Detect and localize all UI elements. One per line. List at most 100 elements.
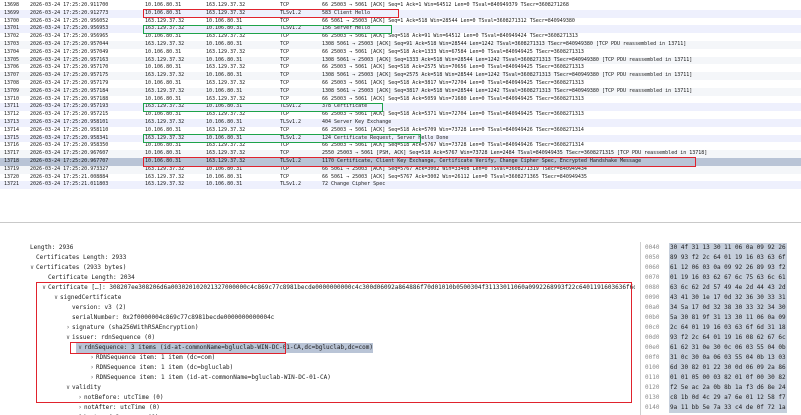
detail-row[interactable]: serialNumber: 0x2f0000004c869c77c8981bec… [64, 313, 274, 323]
packet-row[interactable]: 13704 2026-03-24 17:25:20.957049 10.106.80… [0, 49, 801, 57]
packet-row[interactable]: 13717 2026-03-24 17:25:20.967607 10.106.80… [0, 150, 801, 158]
detail-row[interactable]: ∨ Certificate […]: 308207ee308206d6a00302… [40, 283, 635, 293]
detail-row[interactable]: ∨ Certificates (2933 bytes) [28, 263, 126, 273]
hex-row[interactable]: 00e0 61 62 31 0e 30 0c 06 03 55 04 0b [641, 343, 801, 353]
detail-text: RDNSequence item: 1 item (id-at-commonNa… [96, 374, 331, 381]
packet-info-cell: 1308 5061 → 25003 [ACK] Seq=1333 Ack=518… [322, 56, 693, 63]
packet-proto-cell: TCP [280, 150, 290, 157]
packet-proto-cell: TLSv1.2 [280, 119, 302, 125]
hex-row[interactable]: 0120 f2 5e ac 2a 0b 8b 1a f3 d6 8e 24 [641, 383, 801, 393]
packet-time-cell: 2026-03-24 17:25:20.956052 [30, 17, 109, 24]
detail-row[interactable]: › RDNSequence item: 1 item (dc=bgluclab) [88, 363, 233, 373]
hex-row[interactable]: 0140 9a 11 bb 5e 7a 33 c4 de 0f 72 1a [641, 403, 801, 413]
packet-row[interactable]: 13715 2026-03-24 17:25:20.958341 163.129.3… [0, 134, 801, 143]
expand-arrow-icon[interactable]: ∨ [40, 283, 48, 293]
packet-time-cell: 2026-03-24 17:25:20.957175 [30, 72, 109, 79]
detail-row[interactable]: Certificate Length: 2034 [40, 273, 135, 283]
detail-row[interactable]: › signature (sha256WithRSAEncryption) [64, 323, 198, 333]
expand-arrow-icon[interactable]: ∨ [28, 263, 36, 273]
hex-row[interactable]: 00c0 2c 64 01 19 16 03 63 6f 6d 31 18 [641, 323, 801, 333]
packet-row[interactable]: 13706 2026-03-24 17:25:20.957170 10.106.80… [0, 64, 801, 72]
detail-row[interactable]: version: v3 (2) [64, 303, 126, 313]
detail-row[interactable]: ∨ issuer: rdnSequence (0) [64, 333, 155, 343]
hex-row[interactable]: 00d0 93 f2 2c 64 01 19 16 08 62 67 6c [641, 333, 801, 343]
packet-time-cell: 2026-03-24 17:25:20.957184 [30, 87, 109, 94]
packet-info-cell: 2550 25003 → 5061 [PSH, ACK] Seq=518 Ack… [322, 150, 708, 157]
packet-details-tree[interactable]: Length: 2936 Certificates Length: 2933 ∨ Ce… [0, 242, 635, 415]
expand-arrow-icon[interactable]: ∨ [64, 333, 72, 343]
pane-divider[interactable] [0, 222, 801, 243]
hex-row[interactable]: 00b0 5a 30 81 9f 31 13 30 11 06 0a 09 [641, 313, 801, 323]
hex-row[interactable]: 0110 01 01 05 00 03 82 01 0f 00 30 82 [641, 373, 801, 383]
expand-arrow-icon[interactable]: ∨ [64, 383, 72, 393]
packet-row[interactable]: 13716 2026-03-24 17:25:20.958350 10.106.80… [0, 142, 801, 150]
hex-row[interactable]: 0130 c8 1b 0d 4c 29 a7 6e 01 12 58 f7 [641, 393, 801, 403]
packet-row[interactable]: 13713 2026-03-24 17:25:20.958101 163.129.3… [0, 119, 801, 127]
hex-row[interactable]: 0090 43 41 30 1e 17 0d 32 36 30 33 31 [641, 293, 801, 303]
packet-proto-cell: TCP [280, 80, 290, 86]
packet-row[interactable]: 13709 2026-03-24 17:25:20.957184 163.129.3… [0, 87, 801, 96]
packet-list[interactable]: 13698 2026-03-24 17:25:20.911700 10.106.80… [0, 0, 801, 222]
packet-row[interactable]: 13710 2026-03-24 17:25:20.957188 10.106.80… [0, 96, 801, 104]
hex-row[interactable]: 0100 6d 30 82 01 22 30 0d 06 09 2a 86 [641, 363, 801, 373]
packet-row[interactable]: 13698 2026-03-24 17:25:20.911700 10.106.80… [0, 2, 801, 10]
hex-row[interactable]: 0080 63 6c 62 2d 57 49 4e 2d 44 43 2d [641, 283, 801, 293]
packet-row[interactable]: 13712 2026-03-24 17:25:20.957215 10.106.80… [0, 111, 801, 119]
detail-row[interactable]: Length: 2936 [22, 243, 73, 253]
hex-row[interactable]: 00f0 31 0c 30 0a 06 03 55 04 0b 13 03 [641, 353, 801, 363]
detail-row[interactable]: Certificates Length: 2933 [28, 253, 126, 263]
detail-row[interactable]: ∨ signedCertificate [52, 293, 121, 303]
packet-src-cell: 163.129.37.32 [145, 103, 185, 110]
collapse-arrow-icon[interactable]: › [88, 363, 96, 373]
packet-row[interactable]: 13705 2026-03-24 17:25:20.957163 163.129.3… [0, 56, 801, 65]
packet-row[interactable]: 13703 2026-03-24 17:25:20.957044 163.129.3… [0, 41, 801, 49]
packet-row[interactable]: 13714 2026-03-24 17:25:20.958110 10.106.80… [0, 127, 801, 135]
hex-row[interactable]: 0050 89 93 f2 2c 64 01 19 16 03 63 6f [641, 253, 801, 263]
collapse-arrow-icon[interactable]: › [88, 353, 96, 363]
packet-proto-cell: TCP [280, 111, 290, 118]
collapse-arrow-icon[interactable]: › [76, 403, 84, 413]
collapse-arrow-icon[interactable]: › [64, 323, 72, 333]
hex-bytes: c8 1b 0d 4c 29 a7 6e 01 12 58 f7 [669, 393, 787, 403]
hex-offset: 0110 [645, 374, 660, 381]
collapse-arrow-icon[interactable]: › [88, 373, 96, 383]
expand-arrow-icon[interactable]: ∨ [76, 343, 84, 353]
detail-row[interactable]: › RDNSequence item: 1 item (id-at-commonN… [88, 373, 331, 383]
detail-row[interactable]: ∨ validity [64, 383, 101, 393]
expand-arrow-icon[interactable]: ∨ [52, 293, 60, 303]
packet-row[interactable]: 13708 2026-03-24 17:25:20.957179 10.106.80… [0, 80, 801, 88]
packet-row[interactable]: 13719 2026-03-24 17:25:20.973327 163.129.3… [0, 165, 801, 174]
packet-no-cell: 13704 [4, 48, 20, 55]
detail-row[interactable]: ∨ rdnSequence: 3 items (id-at-commonName=… [76, 343, 373, 353]
hex-offset: 0130 [645, 394, 660, 401]
packet-row[interactable]: 13699 2026-03-24 17:25:20.912773 10.106.80… [0, 9, 801, 18]
packet-row[interactable]: 13721 2026-03-24 17:25:21.011803 163.129.3… [0, 181, 801, 190]
packet-src-cell: 163.129.37.32 [145, 87, 185, 94]
packet-row[interactable]: 13702 2026-03-24 17:25:20.956965 10.106.80… [0, 33, 801, 41]
packet-src-cell: 163.129.37.32 [145, 119, 185, 125]
detail-row[interactable]: › notAfter: utcTime (0) [76, 403, 160, 413]
hex-offset: 00c0 [645, 324, 660, 331]
detail-text: signature (sha256WithRSAEncryption) [72, 324, 199, 331]
hex-row[interactable]: 0040 30 4f 31 13 30 11 06 0a 09 92 26 [641, 243, 801, 253]
collapse-arrow-icon[interactable]: › [76, 393, 84, 403]
detail-text: issuer: rdnSequence (0) [72, 334, 156, 341]
packet-row[interactable]: 13700 2026-03-24 17:25:20.956052 163.129.3… [0, 18, 801, 26]
packet-src-cell: 10.106.80.31 [145, 111, 182, 118]
packet-row[interactable]: 13707 2026-03-24 17:25:20.957175 163.129.3… [0, 72, 801, 80]
packet-row[interactable]: 13720 2026-03-24 17:25:21.008884 163.129.3… [0, 174, 801, 182]
packet-time-cell: 2026-03-24 17:25:20.957044 [30, 41, 109, 47]
detail-row[interactable]: › notBefore: utcTime (0) [76, 393, 163, 403]
packet-proto-cell: TCP [280, 56, 290, 63]
detail-row[interactable]: › RDNSequence item: 1 item (dc=com) [88, 353, 215, 363]
packet-row[interactable]: 13711 2026-03-24 17:25:20.957193 163.129.3… [0, 103, 801, 112]
packet-bytes-pane[interactable]: 0040 30 4f 31 13 30 11 06 0a 09 92 26 0050… [640, 242, 801, 415]
hex-row[interactable]: 0060 61 12 06 03 0a 09 92 26 89 93 f2 [641, 263, 801, 273]
hex-row[interactable]: 0070 01 19 16 03 62 67 6c 75 63 6c 61 [641, 273, 801, 283]
detail-text: Certificate […]: 308207ee308206d6a003020… [48, 284, 635, 291]
packet-proto-cell: TLSv1.2 [280, 181, 302, 188]
hex-row[interactable]: 00a0 34 5a 17 0d 32 38 30 33 32 34 30 [641, 303, 801, 313]
hex-bytes: 43 41 30 1e 17 0d 32 36 30 33 31 [669, 293, 787, 303]
packet-row[interactable]: 13701 2026-03-24 17:25:20.956953 163.129.3… [0, 25, 801, 34]
packet-row[interactable]: 13718 2026-03-24 17:25:20.967707 10.106.80… [0, 158, 801, 166]
